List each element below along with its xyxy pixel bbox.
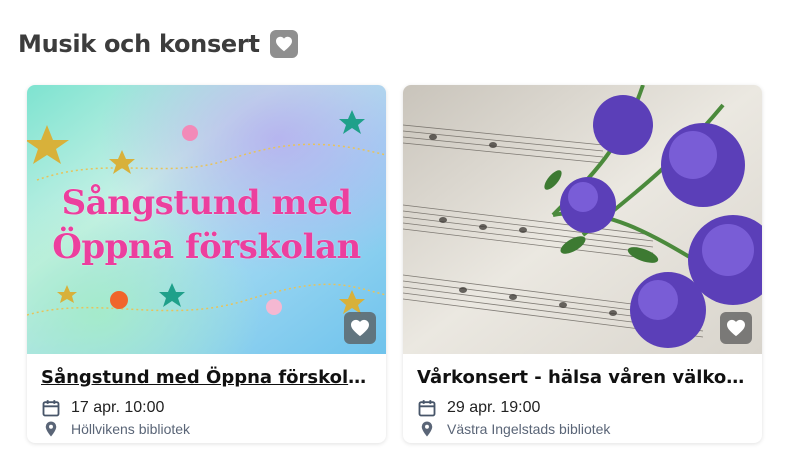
heart-icon [275,36,292,52]
event-image[interactable] [403,85,762,354]
event-place-row: Höllvikens bibliotek [41,420,372,438]
section-header: Musik och konsert [18,30,298,58]
card-body: Sångstund med Öppna förskolan 17 apr. 10… [27,354,386,438]
event-title-link[interactable]: Sångstund med Öppna förskolan [41,366,372,390]
event-place-row: Västra Ingelstads bibliotek [417,420,748,438]
heart-icon [727,319,745,337]
event-date-row: 17 apr. 10:00 [41,398,372,418]
event-date-row: 29 apr. 19:00 [417,398,748,418]
event-image[interactable]: Sångstund med Öppna förskolan [27,85,386,354]
section-title: Musik och konsert [18,30,260,58]
event-image-photo [403,85,762,354]
section-favorite-button[interactable] [269,30,298,58]
calendar-icon [418,400,436,417]
image-caption-line-1: Sångstund med [61,183,352,223]
event-date: 17 apr. 10:00 [71,399,165,416]
card-body: Vårkonsert - hälsa våren välkom... 29 ap… [403,354,762,438]
heart-icon [351,319,369,337]
favorite-button[interactable] [720,312,752,344]
map-pin-icon [421,421,433,437]
image-caption-line-2: Öppna förskolan [52,227,361,267]
event-place: Västra Ingelstads bibliotek [447,421,611,437]
event-card[interactable]: Sångstund med Öppna förskolan Sångstund … [27,85,386,443]
calendar-icon [42,400,60,417]
favorite-button[interactable] [344,312,376,344]
event-title-link[interactable]: Vårkonsert - hälsa våren välkom... [417,366,748,390]
map-pin-icon [45,421,57,437]
event-date: 29 apr. 19:00 [447,399,541,416]
event-card[interactable]: Vårkonsert - hälsa våren välkom... 29 ap… [403,85,762,443]
event-place: Höllvikens bibliotek [71,421,191,437]
